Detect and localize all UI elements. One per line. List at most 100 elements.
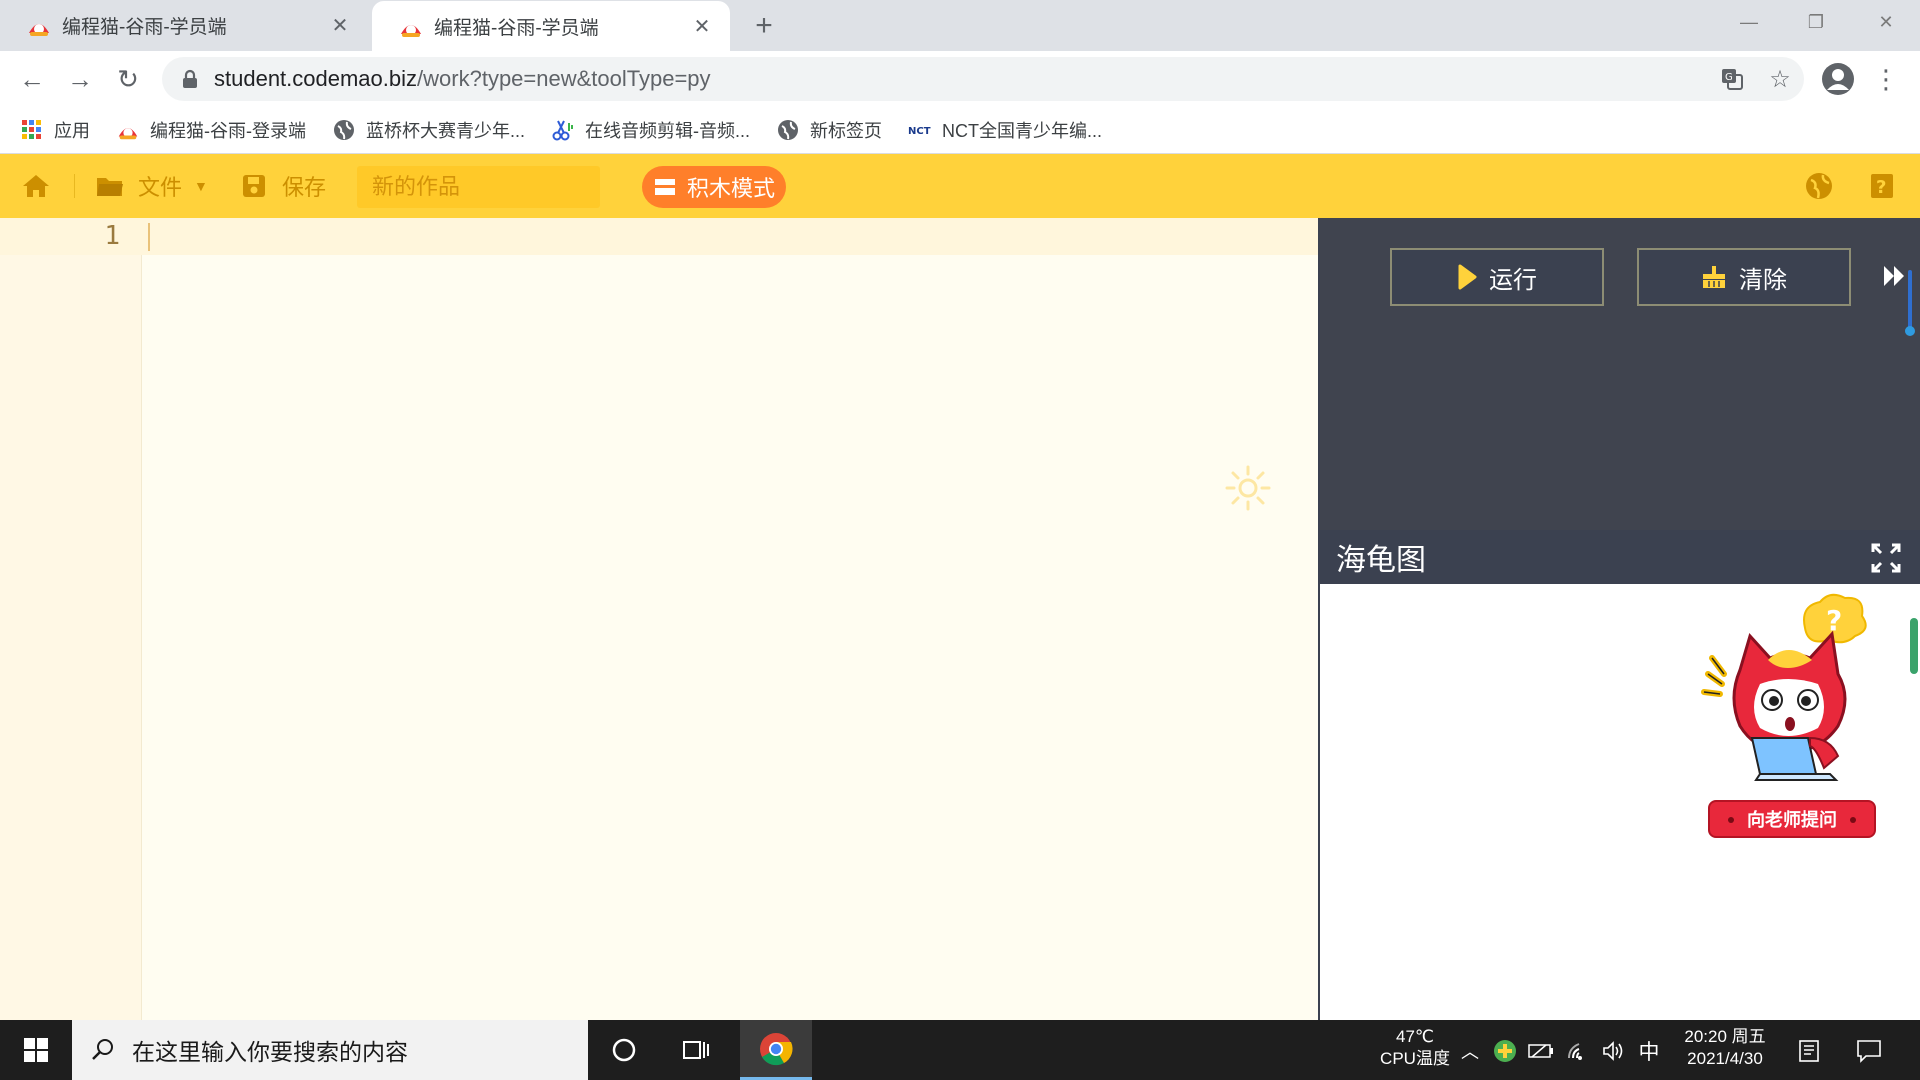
code-editor[interactable]: 1 <box>0 218 1318 1020</box>
windows-taskbar: 在这里输入你要搜索的内容 47℃ CPU温度 ︿ 中 20:20 周五 2021… <box>0 1020 1920 1080</box>
file-menu-button[interactable]: 文件 ▼ <box>96 154 208 218</box>
battery-icon[interactable] <box>1528 1038 1554 1064</box>
close-window-icon[interactable]: ✕ <box>1862 0 1910 44</box>
codemao-icon <box>116 118 140 142</box>
volume-icon[interactable] <box>1600 1038 1626 1064</box>
line-number: 1 <box>104 221 120 251</box>
new-tab-button[interactable]: + <box>748 9 780 42</box>
save-button[interactable]: 保存 <box>242 154 326 218</box>
button-dot-decoration <box>1850 817 1856 823</box>
ime-indicator[interactable]: 中 <box>1636 1038 1662 1064</box>
browser-tab-2[interactable]: 编程猫-谷雨-学员端 ✕ <box>372 1 730 52</box>
svg-text:NCT: NCT <box>908 126 931 137</box>
canvas-scrollbar[interactable] <box>1910 618 1918 674</box>
help-icon[interactable]: ? <box>1870 154 1894 218</box>
console-scroll-thumb[interactable] <box>1905 326 1915 336</box>
url-host: student.codemao.biz <box>214 66 418 91</box>
apps-grid-icon <box>20 118 44 142</box>
console-scrollbar[interactable] <box>1908 270 1912 330</box>
restore-window-icon[interactable]: ❐ <box>1792 0 1840 44</box>
notes-icon[interactable] <box>1796 1038 1822 1064</box>
chevron-up-icon[interactable]: ︿ <box>1457 1038 1483 1064</box>
folder-icon <box>97 178 123 196</box>
run-button[interactable]: 运行 <box>1390 248 1604 306</box>
ask-teacher-label: 向老师提问 <box>1747 810 1837 830</box>
search-placeholder: 在这里输入你要搜索的内容 <box>132 1039 408 1065</box>
bookmark-audio-cut[interactable]: 在线音频剪辑-音频... <box>551 117 750 143</box>
work-title-input[interactable] <box>357 166 600 208</box>
save-label: 保存 <box>282 175 327 200</box>
language-globe-icon[interactable] <box>1804 154 1834 218</box>
url-path: /work?type=new&toolType=py <box>417 66 711 91</box>
bookmark-label: 应用 <box>54 121 90 141</box>
forward-icon[interactable]: → <box>62 61 98 97</box>
browser-menu-icon[interactable]: ⋮ <box>1868 61 1904 97</box>
scissors-icon <box>551 118 575 142</box>
bookmark-label: NCT全国青少年编... <box>942 121 1103 141</box>
minimize-window-icon[interactable]: — <box>1725 0 1773 44</box>
sun-theme-icon[interactable] <box>1225 465 1271 511</box>
codemao-mascot-cat[interactable]: ? <box>1690 588 1890 808</box>
blocks-icon <box>654 179 675 195</box>
bookmark-lanqiao[interactable]: 蓝桥杯大赛青少年... <box>332 117 525 143</box>
close-tab-icon[interactable]: ✕ <box>328 14 352 38</box>
close-tab-icon[interactable]: ✕ <box>690 15 714 39</box>
codemao-favicon-icon <box>29 23 49 36</box>
action-center-icon[interactable] <box>1856 1038 1882 1064</box>
reload-icon[interactable]: ↻ <box>110 61 146 97</box>
cortana-icon[interactable] <box>588 1020 660 1080</box>
bookmark-label: 编程猫-谷雨-登录端 <box>150 121 306 141</box>
codemao-favicon-icon <box>401 24 421 37</box>
browser-tab-1[interactable]: 编程猫-谷雨-学员端 ✕ <box>0 0 368 51</box>
svg-text:?: ? <box>1876 177 1886 198</box>
line-number-gutter <box>0 218 142 1020</box>
bookmark-label: 蓝桥杯大赛青少年... <box>366 121 526 141</box>
search-icon <box>92 1039 113 1060</box>
globe-icon <box>332 118 356 142</box>
back-icon[interactable]: ← <box>14 61 50 97</box>
play-icon <box>1458 264 1477 290</box>
output-panel: 运行 清除 海龟图 ? 向老师提问 <box>1318 218 1920 1020</box>
windows-start-icon[interactable] <box>0 1020 72 1080</box>
taskbar-search-box[interactable]: 在这里输入你要搜索的内容 <box>72 1020 588 1080</box>
turtle-panel-title: 海龟图 <box>1336 544 1426 577</box>
cpu-temp-label: CPU温度 <box>1380 1049 1450 1068</box>
nct-icon: NCT <box>908 118 932 142</box>
clear-button[interactable]: 清除 <box>1637 248 1851 306</box>
wifi-icon[interactable] <box>1566 1038 1592 1064</box>
active-line-highlight <box>0 218 1318 255</box>
mascot-bubble-mark: ? <box>1826 604 1842 637</box>
collapse-panel-icon[interactable] <box>1880 262 1908 290</box>
bookmark-label: 在线音频剪辑-音频... <box>585 121 751 141</box>
chevron-down-icon: ▼ <box>194 178 208 194</box>
fullscreen-icon[interactable] <box>1870 542 1902 574</box>
header-divider <box>74 174 75 198</box>
chrome-taskbar-icon[interactable] <box>740 1020 812 1080</box>
home-icon[interactable] <box>22 154 50 218</box>
translate-icon[interactable]: G <box>1718 65 1746 93</box>
block-mode-label: 积木模式 <box>686 176 775 201</box>
bookmark-nct[interactable]: NCT NCT全国青少年编... <box>908 117 1102 143</box>
broom-icon <box>1703 266 1725 288</box>
tab-title: 编程猫-谷雨-学员端 <box>62 17 227 38</box>
bookmark-star-icon[interactable]: ☆ <box>1766 65 1794 93</box>
task-view-icon[interactable] <box>660 1020 732 1080</box>
taskbar-clock[interactable]: 20:20 周五 2021/4/30 <box>1665 1026 1785 1070</box>
app-header: 文件 ▼ 保存 积木模式 ? <box>0 154 1920 218</box>
bookmarks-bar: 应用 编程猫-谷雨-登录端 蓝桥杯大赛青少年... 在线音频剪辑-音频... 新… <box>0 107 1920 154</box>
block-mode-button[interactable]: 积木模式 <box>642 166 786 208</box>
url-text: student.codemao.biz/work?type=new&toolTy… <box>214 66 711 92</box>
button-dot-decoration <box>1728 817 1734 823</box>
profile-avatar-icon[interactable] <box>1820 61 1856 97</box>
bookmark-new-tab[interactable]: 新标签页 <box>776 117 882 143</box>
bookmark-codemao-login[interactable]: 编程猫-谷雨-登录端 <box>116 117 306 143</box>
ask-teacher-button[interactable]: 向老师提问 <box>1708 800 1876 838</box>
bookmark-apps[interactable]: 应用 <box>20 117 90 143</box>
clock-date: 2021/4/30 <box>1687 1049 1763 1068</box>
save-icon <box>243 175 265 197</box>
text-cursor <box>148 223 150 251</box>
bookmark-label: 新标签页 <box>810 121 883 141</box>
tab-title: 编程猫-谷雨-学员端 <box>434 18 599 39</box>
security-app-icon[interactable] <box>1492 1038 1518 1064</box>
address-bar[interactable]: student.codemao.biz/work?type=new&toolTy… <box>162 57 1804 101</box>
